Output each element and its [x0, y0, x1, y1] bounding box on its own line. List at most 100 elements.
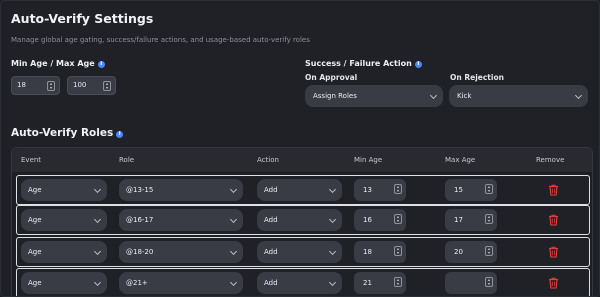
- chevron-down-icon: [93, 247, 102, 256]
- stepper-icon[interactable]: ▴ ▾: [394, 184, 402, 194]
- success-failure-label-text: Success / Failure Action: [305, 59, 412, 68]
- chevron-down-icon: [229, 215, 238, 224]
- min-age-value: 13: [363, 186, 372, 194]
- info-icon[interactable]: i: [414, 61, 422, 68]
- event-value: Age: [28, 216, 42, 224]
- min-age-field[interactable]: 16 ▴ ▾: [354, 209, 406, 231]
- role-select[interactable]: @16-17: [119, 209, 243, 231]
- trash-icon[interactable]: [548, 246, 559, 258]
- column-action: Action: [257, 156, 279, 164]
- stepper-icon[interactable]: ▴ ▾: [394, 214, 402, 224]
- event-value: Age: [28, 248, 42, 256]
- action-select[interactable]: Add: [257, 241, 342, 263]
- on-rejection-select[interactable]: Kick: [449, 85, 588, 107]
- table-row: Age @18-20 Add 18 ▴ ▾ 20 ▴ ▾: [16, 237, 590, 267]
- stepper-icon[interactable]: ▴ ▾: [47, 81, 55, 91]
- action-value: Add: [264, 279, 278, 287]
- roles-title-text: Auto-Verify Roles: [11, 127, 114, 139]
- age-range-label-text: Min Age / Max Age: [11, 59, 95, 68]
- on-rejection-value: Kick: [457, 92, 472, 100]
- stepper-icon[interactable]: ▴ ▾: [394, 277, 402, 287]
- table-row: Age @21+ Add 21 ▴ ▾ ▴ ▾: [16, 268, 590, 296]
- min-age-field[interactable]: 18 ▴ ▾: [354, 241, 406, 263]
- min-age-value: 21: [363, 279, 372, 287]
- chevron-down-icon: [93, 215, 102, 224]
- min-age-value: 18: [363, 248, 372, 256]
- role-value: @21+: [126, 279, 148, 287]
- role-select[interactable]: @18-20: [119, 241, 243, 263]
- table-row: Age @13-15 Add 13 ▴ ▾ 15 ▴ ▾: [16, 175, 590, 205]
- stepper-icon[interactable]: ▴ ▾: [485, 214, 493, 224]
- chevron-down-icon: [229, 278, 238, 287]
- column-remove: Remove: [536, 156, 565, 164]
- on-approval-label: On Approval: [305, 73, 358, 82]
- min-age-value: 16: [363, 216, 372, 224]
- action-value: Add: [264, 248, 278, 256]
- on-approval-value: Assign Roles: [313, 92, 357, 100]
- chevron-down-icon: [229, 247, 238, 256]
- stepper-icon[interactable]: ▴ ▾: [485, 277, 493, 287]
- role-select[interactable]: @13-15: [119, 179, 243, 201]
- event-value: Age: [28, 186, 42, 194]
- role-value: @18-20: [126, 248, 154, 256]
- action-select[interactable]: Add: [257, 179, 342, 201]
- event-select[interactable]: Age: [21, 209, 107, 231]
- stepper-icon[interactable]: ▴ ▾: [485, 184, 493, 194]
- column-min-age: Min Age: [354, 156, 383, 164]
- action-value: Add: [264, 186, 278, 194]
- stepper-icon[interactable]: ▴ ▾: [103, 81, 111, 91]
- info-icon[interactable]: i: [116, 131, 124, 138]
- chevron-down-icon: [328, 185, 337, 194]
- chevron-down-icon: [93, 185, 102, 194]
- event-select[interactable]: Age: [21, 272, 107, 294]
- stepper-icon[interactable]: ▴ ▾: [394, 246, 402, 256]
- roles-table: Event Role Action Min Age Max Age Remove…: [11, 147, 593, 296]
- max-age-field[interactable]: 15 ▴ ▾: [445, 179, 497, 201]
- chevron-down-icon: [574, 91, 583, 100]
- chevron-down-icon: [328, 215, 337, 224]
- info-icon[interactable]: i: [97, 61, 105, 68]
- max-age-field[interactable]: 17 ▴ ▾: [445, 209, 497, 231]
- on-approval-select[interactable]: Assign Roles: [305, 85, 443, 107]
- min-age-field[interactable]: 21 ▴ ▾: [354, 272, 406, 294]
- action-value: Add: [264, 216, 278, 224]
- role-select[interactable]: @21+: [119, 272, 243, 294]
- page-subtitle: Manage global age gating, success/failur…: [11, 36, 310, 44]
- column-event: Event: [21, 156, 42, 164]
- max-age-field[interactable]: 20 ▴ ▾: [445, 241, 497, 263]
- event-select[interactable]: Age: [21, 179, 107, 201]
- max-age-value: 20: [454, 248, 463, 256]
- min-age-input[interactable]: 18 ▴ ▾: [11, 76, 60, 95]
- event-value: Age: [28, 279, 42, 287]
- trash-icon[interactable]: [548, 184, 559, 196]
- event-select[interactable]: Age: [21, 241, 107, 263]
- success-failure-label: Success / Failure Action i: [305, 59, 422, 68]
- on-rejection-label: On Rejection: [450, 73, 504, 82]
- action-select[interactable]: Add: [257, 272, 342, 294]
- trash-icon[interactable]: [548, 277, 559, 289]
- min-age-field[interactable]: 13 ▴ ▾: [354, 179, 406, 201]
- chevron-down-icon: [229, 185, 238, 194]
- role-value: @13-15: [126, 186, 154, 194]
- min-age-value: 18: [17, 81, 26, 89]
- chevron-down-icon: [328, 278, 337, 287]
- chevron-down-icon: [328, 247, 337, 256]
- auto-verify-panel: Auto-Verify Settings Manage global age g…: [0, 0, 600, 297]
- stepper-icon[interactable]: ▴ ▾: [485, 246, 493, 256]
- roles-section-title: Auto-Verify Roles i: [11, 127, 124, 139]
- trash-icon[interactable]: [548, 214, 559, 226]
- role-value: @16-17: [126, 216, 154, 224]
- table-row: Age @16-17 Add 16 ▴ ▾ 17 ▴ ▾: [16, 205, 590, 235]
- column-max-age: Max Age: [445, 156, 476, 164]
- max-age-field[interactable]: ▴ ▾: [445, 272, 497, 294]
- table-header: Event Role Action Min Age Max Age Remove: [12, 148, 592, 172]
- action-select[interactable]: Add: [257, 209, 342, 231]
- chevron-down-icon: [429, 91, 438, 100]
- page-title: Auto-Verify Settings: [11, 11, 154, 26]
- max-age-value: 100: [73, 81, 87, 89]
- max-age-input[interactable]: 100 ▴ ▾: [67, 76, 116, 95]
- age-range-label: Min Age / Max Age i: [11, 59, 105, 68]
- column-role: Role: [119, 156, 135, 164]
- chevron-down-icon: [93, 278, 102, 287]
- max-age-value: 15: [454, 186, 463, 194]
